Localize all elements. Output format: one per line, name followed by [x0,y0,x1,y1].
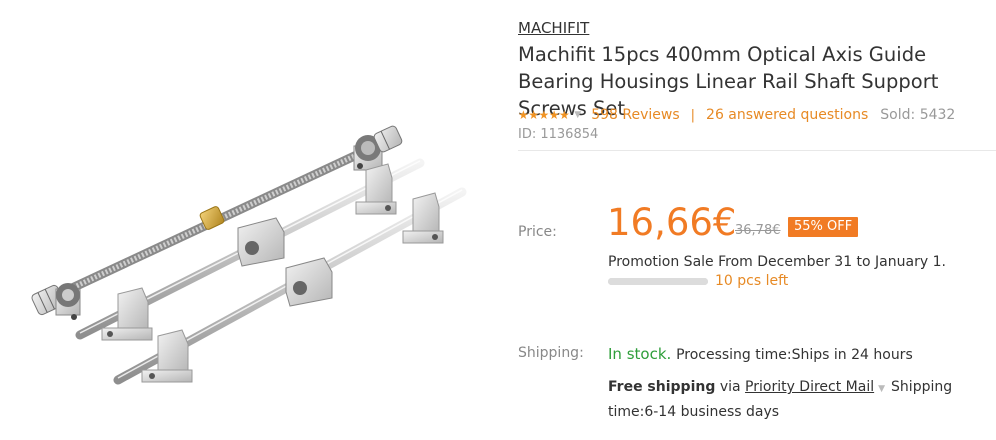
chevron-down-icon[interactable]: ▼ [878,384,885,394]
optical-axis-rod [75,158,425,341]
product-id: ID: 1136854 [518,127,599,142]
promotion-text: Promotion Sale From December 31 to Janua… [608,254,946,270]
product-image[interactable] [0,0,500,436]
processing-time: Processing time:Ships in 24 hours [676,347,913,363]
current-price: 16,66€ [607,201,737,244]
carrier-dropdown[interactable]: Priority Direct Mail [745,379,874,395]
free-shipping-text: Free shipping [608,379,716,395]
questions-link[interactable]: 26 answered questions [706,107,868,123]
reviews-link[interactable]: 598 Reviews [591,107,679,123]
chevron-down-icon[interactable]: ▼ [574,110,581,120]
in-stock-text: In stock. [608,345,672,363]
divider-line [518,150,996,151]
pieces-left: 10 pcs left [715,273,789,289]
brand-link[interactable]: MACHIFIT [518,19,589,37]
discount-badge: 55% OFF [788,217,859,237]
star-rating[interactable]: ★★★★★ [518,108,570,122]
shipping-label: Shipping: [518,345,584,361]
stock-status: In stock. Processing time:Ships in 24 ho… [608,345,913,363]
product-info: MACHIFIT Machifit 15pcs 400mm Optical Ax… [518,0,996,436]
price-label: Price: [518,224,557,240]
lead-screw [31,125,403,320]
sold-count: Sold: 5432 [880,107,956,123]
original-price: 36,78€ [735,223,781,238]
rating-row: ★★★★★ ▼ 598 Reviews | 26 answered questi… [518,105,996,125]
shipping-method: Free shipping via Priority Direct Mail ▼ S… [608,376,996,424]
stock-progress-bar [608,278,708,285]
divider: | [690,107,696,123]
via-text: via [715,379,746,395]
product-photo [31,125,467,385]
